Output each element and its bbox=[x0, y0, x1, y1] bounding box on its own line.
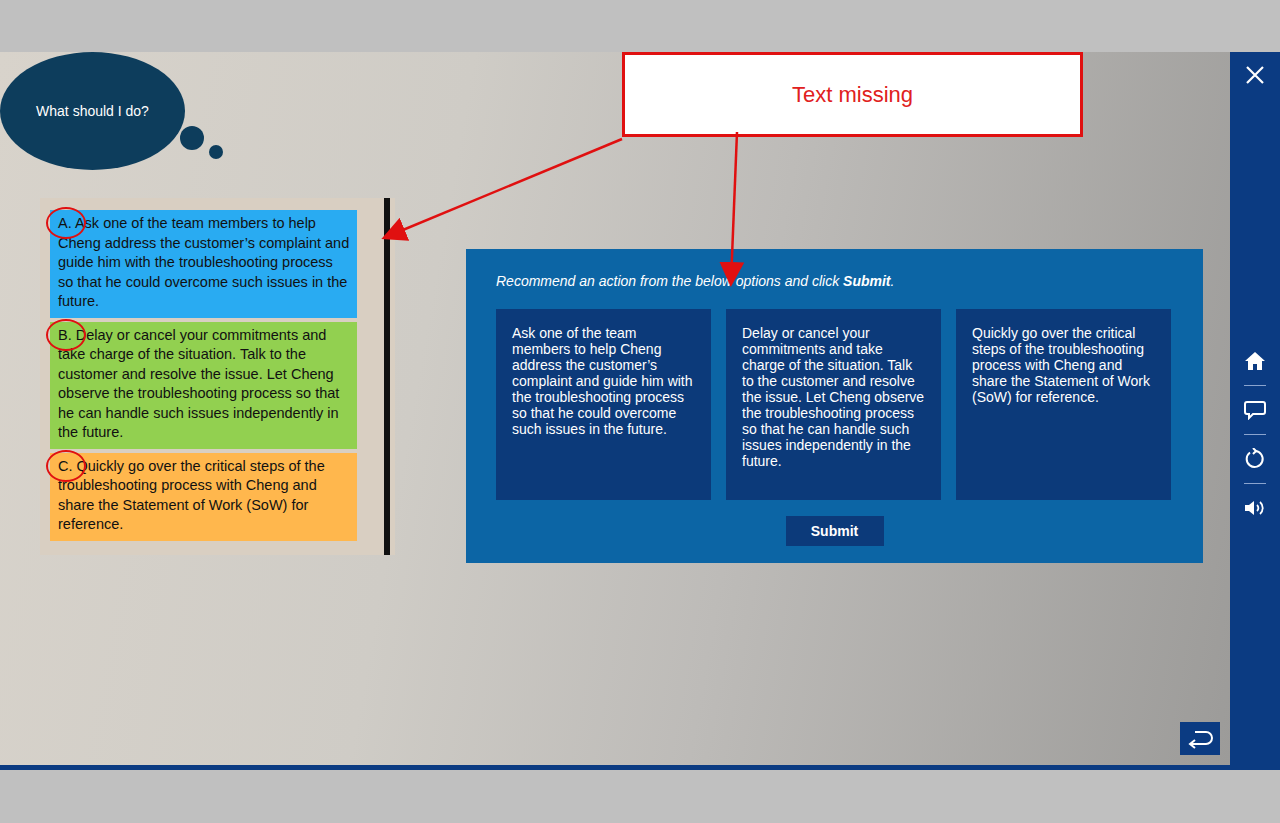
highlight-circle bbox=[46, 207, 86, 239]
comment-button[interactable] bbox=[1235, 393, 1275, 427]
option-letter: C. bbox=[58, 458, 73, 474]
bubble-dot bbox=[180, 126, 204, 150]
option-card[interactable]: Quickly go over the critical steps of th… bbox=[956, 309, 1171, 500]
separator bbox=[1244, 385, 1266, 386]
thought-bubble: What should I do? bbox=[0, 52, 185, 170]
annotation-option: C. Quickly go over the critical steps of… bbox=[50, 453, 357, 541]
sidebar-tools bbox=[1235, 344, 1275, 525]
submit-button[interactable]: Submit bbox=[786, 516, 884, 546]
arrow bbox=[386, 139, 622, 237]
chat-icon bbox=[1244, 400, 1266, 420]
page: What should I do? A. Ask one of the team… bbox=[0, 0, 1280, 823]
arrow bbox=[731, 132, 737, 282]
sidebar bbox=[1230, 52, 1280, 770]
question-dialog: Recommend an action from the below optio… bbox=[466, 249, 1203, 563]
separator bbox=[1244, 434, 1266, 435]
option-letter: A. bbox=[58, 215, 72, 231]
highlight-circle bbox=[46, 319, 86, 351]
option-card[interactable]: Ask one of the team members to help Chen… bbox=[496, 309, 711, 500]
background-photo: What should I do? A. Ask one of the team… bbox=[0, 52, 1230, 765]
content-area: What should I do? A. Ask one of the team… bbox=[0, 52, 1230, 770]
return-arrow-icon bbox=[1187, 729, 1213, 749]
option-text: Ask one of the team members to help Chen… bbox=[58, 215, 349, 309]
option-text: Delay or cancel your commitments and tak… bbox=[58, 327, 339, 441]
instruction: Recommend an action from the below optio… bbox=[496, 273, 1173, 289]
replay-button[interactable] bbox=[1235, 442, 1275, 476]
close-icon bbox=[1245, 65, 1265, 85]
callout-text: Text missing bbox=[792, 82, 913, 108]
home-button[interactable] bbox=[1235, 344, 1275, 378]
annotation-option: B. Delay or cancel your commitments and … bbox=[50, 322, 357, 449]
volume-icon bbox=[1244, 498, 1266, 518]
home-icon bbox=[1244, 351, 1266, 371]
option-letter: B. bbox=[58, 327, 72, 343]
separator bbox=[1244, 483, 1266, 484]
close-button[interactable] bbox=[1235, 58, 1275, 92]
bottom-strip bbox=[0, 765, 1230, 770]
option-text: Quickly go over the critical steps of th… bbox=[58, 458, 325, 533]
volume-button[interactable] bbox=[1235, 491, 1275, 525]
annotation-panel: A. Ask one of the team members to help C… bbox=[40, 198, 395, 555]
option-card[interactable]: Delay or cancel your commitments and tak… bbox=[726, 309, 941, 500]
top-strip bbox=[0, 0, 1280, 52]
thought-bubble-text: What should I do? bbox=[36, 103, 149, 119]
option-cards: Ask one of the team members to help Chen… bbox=[496, 309, 1173, 500]
back-button[interactable] bbox=[1180, 722, 1220, 755]
scroll-bar bbox=[384, 198, 390, 555]
bubble-dot bbox=[209, 145, 223, 159]
annotation-option: A. Ask one of the team members to help C… bbox=[50, 210, 357, 318]
stage: What should I do? A. Ask one of the team… bbox=[0, 52, 1280, 770]
annotation-list: A. Ask one of the team members to help C… bbox=[40, 198, 384, 555]
callout-box: Text missing bbox=[622, 52, 1083, 137]
arrows-overlay bbox=[0, 52, 1230, 765]
refresh-icon bbox=[1244, 448, 1266, 470]
highlight-circle bbox=[46, 450, 86, 482]
